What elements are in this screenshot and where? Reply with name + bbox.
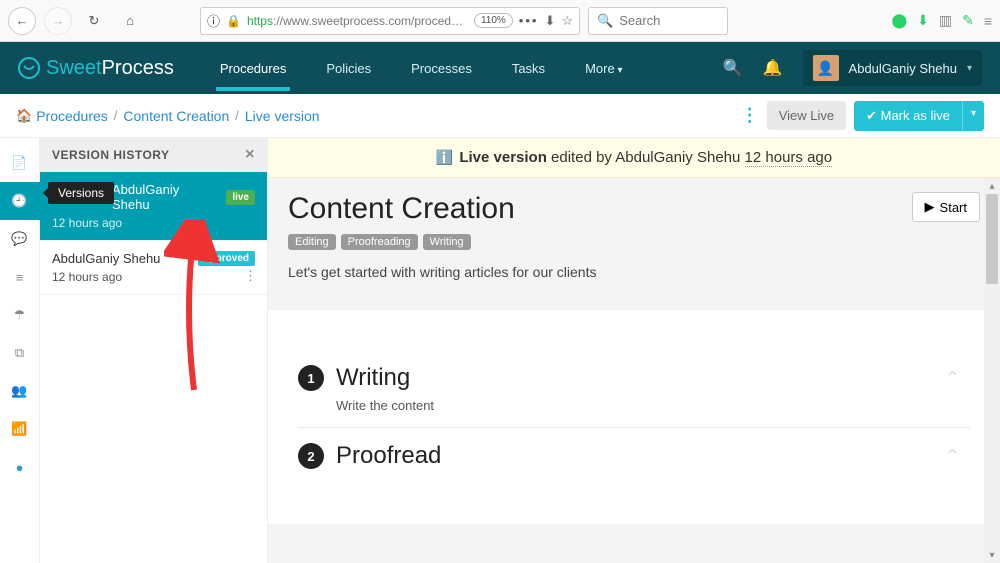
more-vert-icon[interactable]: ⋮ [741, 105, 759, 126]
tag[interactable]: Proofreading [341, 234, 418, 250]
logo-icon [18, 57, 40, 79]
main-panel: ℹ️ Live version edited by AbdulGaniy She… [268, 138, 1000, 563]
version-sidebar: VERSION HISTORY × Versions AbdulGaniy Sh… [40, 138, 268, 563]
browser-home-button[interactable]: ⌂ [116, 7, 144, 35]
rail-stats-icon[interactable]: 📶 [0, 410, 40, 448]
rail-dot-icon[interactable]: ● [0, 448, 40, 486]
nav-more[interactable]: More [569, 46, 638, 91]
chevron-down-icon: ▾ [967, 63, 972, 74]
nav-links: Procedures Policies Processes Tasks More [204, 46, 639, 91]
url-text: https://www.sweetprocess.com/procedures/… [247, 14, 468, 28]
live-banner: ℹ️ Live version edited by AbdulGaniy She… [268, 138, 1000, 178]
download-icon[interactable]: ⬇ [917, 12, 929, 29]
scroll-thumb[interactable] [986, 194, 998, 284]
mark-as-live-button[interactable]: ✔ Mark as live [854, 101, 962, 131]
step-title: Proofread [336, 442, 441, 470]
user-name: AbdulGaniy Shehu [849, 61, 957, 76]
sidebar-header: VERSION HISTORY × [40, 138, 267, 172]
nav-policies[interactable]: Policies [310, 46, 387, 91]
step-item[interactable]: 2 Proofread ⌃ [298, 428, 970, 484]
browser-forward-button[interactable]: → [44, 7, 72, 35]
bookmark-icon[interactable]: ☆ [561, 13, 573, 29]
content-scroll[interactable]: Content Creation ▶ Start Editing Proofre… [268, 178, 1000, 563]
version-item-approved[interactable]: AbdulGaniy Shehu approved 12 hours ago ⋮ [40, 241, 267, 295]
scrollbar[interactable]: ▴ ▾ [984, 178, 1000, 563]
browser-back-button[interactable]: ← [8, 7, 36, 35]
version-time: 12 hours ago [52, 270, 255, 284]
nav-procedures[interactable]: Procedures [204, 46, 302, 91]
left-rail: 📄 🕘 💬 ≡ ☂ ⧉ 👥 📶 ● [0, 138, 40, 563]
crumb-leaf[interactable]: Live version [245, 108, 320, 124]
tag[interactable]: Writing [423, 234, 471, 250]
chevron-up-icon[interactable]: ⌃ [945, 368, 960, 389]
step-desc: Write the content [336, 398, 970, 413]
page-title: Content Creation [288, 192, 515, 226]
browser-search-bar[interactable]: 🔍 Search [588, 7, 728, 35]
rail-users-icon[interactable]: 👥 [0, 372, 40, 410]
search-placeholder: Search [619, 13, 660, 28]
scroll-up-icon[interactable]: ▴ [984, 178, 1000, 194]
app-body: 📄 🕘 💬 ≡ ☂ ⧉ 👥 📶 ● VERSION HISTORY × Vers… [0, 138, 1000, 563]
rail-umbrella-icon[interactable]: ☂ [0, 296, 40, 334]
lock-icon: 🔒 [226, 14, 241, 28]
step-number: 2 [298, 443, 324, 469]
browser-url-bar[interactable]: ⓘ 🔒 https://www.sweetprocess.com/procedu… [200, 7, 580, 35]
app-top-nav: SweetProcess Procedures Policies Process… [0, 42, 1000, 94]
breadcrumb-bar: 🏠 Procedures / Content Creation / Live v… [0, 94, 1000, 138]
avatar: 👤 [813, 55, 839, 81]
whatsapp-icon[interactable]: ⬤ [891, 12, 907, 29]
rail-copy-icon[interactable]: ⧉ [0, 334, 40, 372]
mark-as-live-split-button: ✔ Mark as live ▾ [854, 101, 984, 131]
search-icon[interactable]: 🔍 [723, 58, 743, 78]
rail-versions-icon[interactable]: 🕘 [0, 182, 40, 220]
info-icon: ⓘ [207, 11, 220, 30]
tags-row: Editing Proofreading Writing [288, 234, 980, 250]
intro-text: Let's get started with writing articles … [288, 264, 980, 310]
brand-logo[interactable]: SweetProcess [18, 57, 174, 80]
versions-tooltip: Versions [48, 182, 114, 204]
rail-list-icon[interactable]: ≡ [0, 258, 40, 296]
version-more-icon[interactable]: ⋮ [244, 268, 257, 284]
chevron-up-icon[interactable]: ⌃ [945, 446, 960, 467]
step-title: Writing [336, 364, 410, 392]
user-menu[interactable]: 👤 AbdulGaniy Shehu ▾ [803, 50, 982, 86]
step-number: 1 [298, 365, 324, 391]
search-icon: 🔍 [597, 13, 613, 29]
evernote-icon[interactable]: ✎ [962, 12, 974, 29]
start-button[interactable]: ▶ Start [912, 192, 980, 222]
live-badge: live [226, 190, 255, 205]
crumb-root[interactable]: Procedures [36, 108, 108, 124]
step-item[interactable]: 1 Writing Write the content ⌃ [298, 350, 970, 428]
zoom-badge[interactable]: 110% [474, 13, 513, 28]
bell-icon[interactable]: 🔔 [763, 58, 783, 78]
crumb-middle[interactable]: Content Creation [123, 108, 229, 124]
info-icon: ℹ️ [436, 149, 453, 166]
steps-list: 1 Writing Write the content ⌃ 2 Proofrea… [268, 310, 1000, 524]
library-icon[interactable]: ▥ [939, 12, 952, 29]
scroll-down-icon[interactable]: ▾ [984, 547, 1000, 563]
version-time: 12 hours ago [52, 216, 255, 230]
close-icon[interactable]: × [245, 146, 255, 164]
nav-processes[interactable]: Processes [395, 46, 488, 91]
home-icon[interactable]: 🏠 [16, 108, 32, 124]
page-actions-icon[interactable]: ••• [519, 13, 539, 28]
version-author: AbdulGaniy Shehu [52, 251, 160, 266]
sidebar-title: VERSION HISTORY [52, 148, 170, 162]
reader-icon[interactable]: ⬇ [544, 13, 555, 29]
rail-document-icon[interactable]: 📄 [0, 144, 40, 182]
rail-comments-icon[interactable]: 💬 [0, 220, 40, 258]
mark-as-live-caret[interactable]: ▾ [962, 101, 984, 131]
tag[interactable]: Editing [288, 234, 336, 250]
browser-reload-button[interactable]: ↻ [80, 7, 108, 35]
nav-tasks[interactable]: Tasks [496, 46, 561, 91]
browser-chrome: ← → ↻ ⌂ ⓘ 🔒 https://www.sweetprocess.com… [0, 0, 1000, 42]
view-live-button[interactable]: View Live [767, 101, 846, 130]
approved-badge: approved [198, 251, 255, 266]
menu-icon[interactable]: ≡ [984, 13, 992, 29]
